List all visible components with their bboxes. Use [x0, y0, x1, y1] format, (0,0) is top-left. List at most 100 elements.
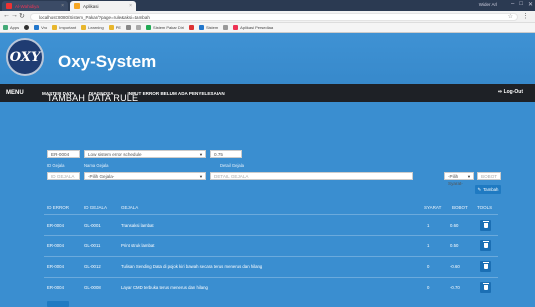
th-bobot: BOBOT: [452, 205, 468, 210]
close-icon[interactable]: ×: [129, 3, 132, 9]
bookmark-item[interactable]: [136, 25, 142, 30]
delete-button[interactable]: [480, 261, 491, 272]
trash-icon: [482, 262, 489, 269]
cell-id-error: ER-0004: [47, 223, 64, 228]
bookmark-item[interactable]: [126, 25, 132, 30]
cell-id-error: ER-0004: [47, 264, 64, 269]
github-icon: [24, 25, 30, 30]
bookmark-item[interactable]: Important: [52, 25, 76, 30]
label-id-gejala: ID Gejala: [47, 163, 65, 168]
label-nama-gejala: Nama Gejala: [84, 163, 109, 168]
browser-tabstrip: Al-Wahidiya × Aplikasi × Wider Arl – □ ✕: [0, 0, 535, 11]
tambah-button[interactable]: ✎ Tambah: [475, 185, 501, 194]
close-window-icon[interactable]: ✕: [528, 1, 533, 8]
bookmark-star-icon[interactable]: ☆: [508, 13, 513, 20]
folder-icon: [108, 25, 114, 30]
reload-icon[interactable]: ↻: [19, 12, 25, 20]
delete-button[interactable]: [480, 220, 491, 231]
back-icon[interactable]: ←: [3, 12, 10, 19]
cell-syarat: 1: [427, 223, 430, 228]
bobot-input[interactable]: BOBOT: [477, 172, 501, 180]
page-icon: [188, 25, 194, 30]
brand-title: Oxy-System: [58, 52, 157, 71]
cell-gejala: Print struk lambat: [121, 243, 155, 248]
maximize-icon[interactable]: □: [519, 1, 523, 8]
close-icon[interactable]: ×: [61, 3, 64, 9]
row-divider: [44, 256, 498, 257]
table-row: ER-0004 GL-0008 Layar CMD terbuka terus …: [44, 279, 498, 297]
cell-bobot: 0.60: [450, 223, 459, 228]
row-divider: [44, 277, 498, 278]
browser-tab-2[interactable]: Aplikasi ×: [70, 1, 136, 11]
folder-icon: [52, 25, 58, 30]
bookmark-item[interactable]: [223, 25, 229, 30]
chevron-down-icon: ▼: [467, 174, 471, 179]
cell-id-gejala: GL-0012: [84, 264, 101, 269]
url-input[interactable]: localhost:8080/Sistem_Pakar/?page=rule&a…: [30, 13, 518, 21]
cell-bobot: -0.60: [450, 264, 460, 269]
pencil-icon: ✎: [477, 186, 482, 192]
th-id-gejala: ID GEJALA: [84, 205, 108, 210]
bookmark-item[interactable]: Sistem Pakar Diri: [146, 25, 184, 30]
page-icon: [198, 25, 204, 30]
address-bar: ← → ↻ localhost:8080/Sistem_Pakar/?page=…: [0, 11, 535, 23]
bookmark-item[interactable]: Learning: [81, 25, 104, 30]
page-icon: [136, 25, 142, 30]
nav-input-error[interactable]: INPUT ERROR BELUM ADA PENYELESAIAN: [128, 91, 225, 96]
page-icon: [233, 25, 239, 30]
bookmark-item[interactable]: [24, 25, 30, 30]
trash-icon: [482, 241, 489, 248]
page-icon: [126, 25, 132, 30]
bookmark-item[interactable]: Vro: [34, 25, 47, 30]
page-icon: [223, 25, 229, 30]
cell-bobot: 0.50: [450, 243, 459, 248]
id-error-field[interactable]: ER-0004: [47, 150, 80, 158]
browser-menu-icon[interactable]: ⋮: [522, 12, 529, 20]
bookmark-item[interactable]: Sistem: [198, 25, 218, 30]
pilih-syarat-select[interactable]: -Pilih Syarat- ▼: [444, 172, 474, 186]
row-divider: [44, 235, 498, 236]
nama-gejala-select[interactable]: Low sistem error schedule ▼: [84, 150, 206, 158]
cell-syarat: 0: [427, 264, 430, 269]
menu-label[interactable]: MENU: [0, 90, 42, 96]
cell-id-gejala: GL-0008: [84, 285, 101, 290]
bookmark-item[interactable]: [188, 25, 194, 30]
folder-icon: [34, 25, 40, 30]
tab-label: Al-Wahidiya: [15, 3, 39, 9]
minimize-icon[interactable]: –: [511, 1, 514, 8]
table-row: ER-0004 GL-0011 Print struk lambat 1 0.5…: [44, 237, 498, 255]
bottom-action-button[interactable]: [47, 301, 69, 307]
th-gejala: GEJALA: [121, 205, 139, 210]
bookmarks-bar: Apps Vro Important Learning PE Sistem Pa…: [0, 23, 535, 33]
th-id-error: ID ERROR: [47, 205, 70, 210]
trash-icon: [482, 221, 489, 228]
folder-icon: [81, 25, 87, 30]
browser-tab-1[interactable]: Al-Wahidiya ×: [2, 1, 68, 11]
browser-profile[interactable]: Wider Arl: [479, 2, 497, 7]
brand-header: OXY Oxy-System: [0, 33, 535, 84]
logout-button[interactable]: ⇨ Log-Out: [498, 89, 523, 95]
cell-id-gejala: GL-0011: [84, 243, 101, 248]
cell-gejala: Tulisan Sending Data di pojok kiri bawah…: [121, 264, 263, 269]
bookmark-item[interactable]: Aplikasi Persediaa: [233, 25, 273, 30]
pilih-gejala-select[interactable]: -Pilih Gejala- ▼: [84, 172, 206, 180]
apps-icon: [3, 25, 8, 30]
tab-favicon-icon: [6, 3, 12, 9]
cell-gejala: Layar CMD terbuka terus menerus dan hila…: [121, 285, 208, 290]
delete-button[interactable]: [480, 240, 491, 251]
forward-icon[interactable]: →: [11, 12, 18, 19]
oxy-logo: OXY: [6, 38, 44, 76]
tab-favicon-icon: [74, 3, 80, 9]
tab-label: Aplikasi: [83, 3, 99, 9]
cell-id-gejala: GL-0001: [84, 223, 101, 228]
table-row: ER-0004 GL-0012 Tulisan Sending Data di …: [44, 258, 498, 276]
delete-button[interactable]: [480, 282, 491, 293]
bookmark-apps[interactable]: Apps: [3, 25, 19, 30]
detail-gejala-input[interactable]: DETAIL GEJALA: [210, 172, 413, 180]
label-detail-gejala: Detail Gejala: [220, 163, 244, 168]
table-row: ER-0004 GL-0001 Transaksi lambat 1 0.60: [44, 217, 498, 235]
id-gejala-input[interactable]: ID GEJALA: [47, 172, 80, 180]
detail-value-field[interactable]: 0.75: [210, 150, 242, 158]
bookmark-item[interactable]: PE: [108, 25, 121, 30]
th-syarat: SYARAT: [424, 205, 442, 210]
